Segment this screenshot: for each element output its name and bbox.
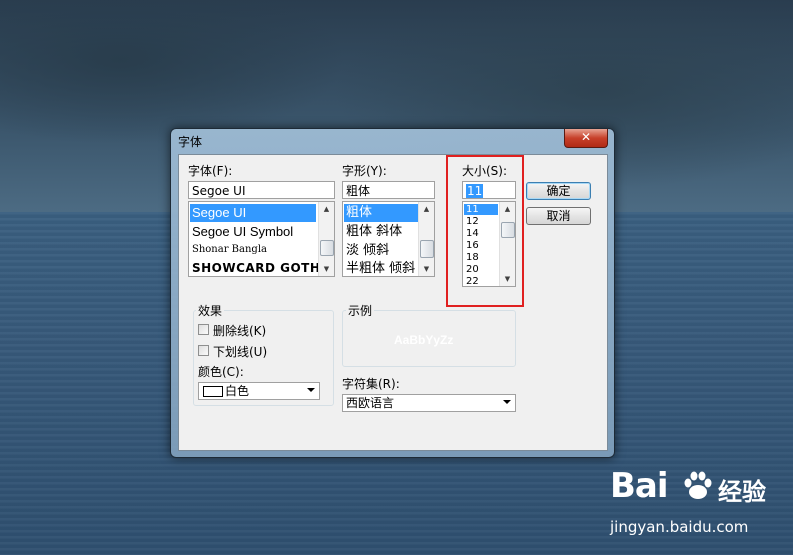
scroll-thumb[interactable] [320, 240, 334, 256]
underline-checkbox[interactable] [198, 345, 209, 356]
color-label: 颜色(C): [198, 365, 244, 379]
color-swatch-icon [203, 386, 223, 397]
scroll-up-arrow-icon[interactable]: ▲ [419, 202, 434, 216]
script-label: 字符集(R): [342, 377, 400, 391]
font-list-item[interactable]: Shonar Bangla [190, 242, 267, 258]
scroll-up-arrow-icon[interactable]: ▲ [319, 202, 334, 216]
font-list-scrollbar[interactable]: ▲ ▼ [318, 202, 334, 276]
script-select-value: 西欧语言 [346, 396, 395, 410]
watermark-url: jingyan.baidu.com [610, 518, 749, 536]
strikeout-label: 删除线(K) [213, 324, 267, 338]
scroll-down-arrow-icon[interactable]: ▼ [319, 262, 334, 276]
color-select[interactable]: 白色 [198, 382, 320, 400]
strikeout-checkbox[interactable] [198, 324, 209, 335]
font-dialog: 字体 ✕ 字体(F): Segoe UI Segoe UI Segoe UI S… [170, 128, 615, 458]
highlight-annotation-box [446, 155, 524, 307]
font-list[interactable]: Segoe UI Segoe UI Symbol Shonar Bangla S… [188, 201, 335, 277]
dialog-title: 字体 [178, 135, 203, 149]
dialog-client-area: 字体(F): Segoe UI Segoe UI Segoe UI Symbol… [178, 154, 608, 451]
cancel-button[interactable]: 取消 [526, 207, 591, 225]
baidu-paw-icon [684, 471, 712, 499]
font-style-list[interactable]: 粗体 粗体 斜体 淡 倾斜 半粗体 倾斜 ▲ ▼ [342, 201, 435, 277]
sample-preview-text: AaBbYyZz [394, 333, 454, 347]
font-label: 字体(F): [188, 164, 233, 178]
chevron-down-icon [307, 388, 315, 392]
style-list-item[interactable]: 粗体 斜体 [344, 223, 402, 241]
font-style-input[interactable]: 粗体 [342, 181, 435, 199]
close-icon: ✕ [580, 130, 592, 144]
sample-group-label: 示例 [346, 302, 375, 319]
chevron-down-icon [503, 400, 511, 404]
jingyan-text: 经验 [718, 478, 766, 506]
font-list-item[interactable]: Segoe UI [190, 204, 316, 222]
color-select-value: 白色 [225, 384, 250, 398]
script-select[interactable]: 西欧语言 [342, 394, 516, 412]
style-list-item[interactable]: 半粗体 倾斜 [344, 260, 415, 276]
ok-button[interactable]: 确定 [526, 182, 591, 200]
style-list-scrollbar[interactable]: ▲ ▼ [418, 202, 434, 276]
font-list-item[interactable]: SHOWCARD GOTHI [190, 259, 325, 276]
close-button[interactable]: ✕ [564, 129, 608, 148]
font-list-item[interactable]: Segoe UI Symbol [190, 223, 293, 241]
baidu-jingyan-watermark: Bai 经验 jingyan.baidu.com [610, 466, 790, 546]
scroll-down-arrow-icon[interactable]: ▼ [419, 262, 434, 276]
underline-label: 下划线(U) [213, 345, 268, 359]
dialog-titlebar[interactable]: 字体 ✕ [171, 129, 614, 153]
scroll-thumb[interactable] [420, 240, 434, 258]
style-label: 字形(Y): [342, 164, 387, 178]
effects-group-label: 效果 [196, 302, 225, 319]
font-name-input[interactable]: Segoe UI [188, 181, 335, 199]
style-list-item[interactable]: 淡 倾斜 [344, 242, 389, 260]
baidu-logo-text: Bai [610, 466, 669, 506]
